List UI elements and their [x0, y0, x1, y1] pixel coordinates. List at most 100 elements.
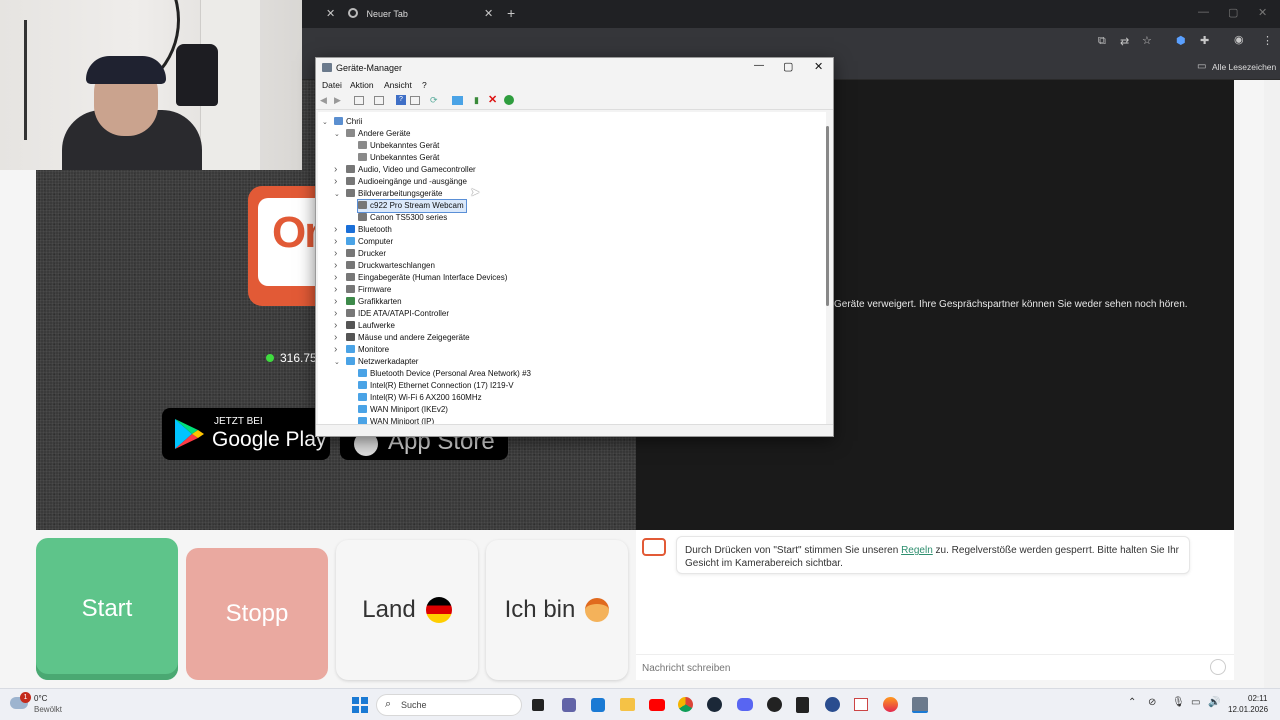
expand-arrow-icon[interactable]: › [334, 224, 337, 235]
minimize-icon[interactable]: — [754, 60, 764, 71]
translate-icon[interactable]: ⇄ [1120, 35, 1129, 48]
star-icon[interactable]: ☆ [1142, 34, 1152, 47]
app-icon[interactable] [825, 697, 840, 712]
menu-icon[interactable]: ⋮ [1262, 34, 1273, 47]
tree-item[interactable]: Laufwerke [346, 320, 395, 332]
tree-item[interactable]: Drucker [346, 248, 386, 260]
tray-chevron-icon[interactable]: ⌃ [1128, 697, 1136, 708]
tree-item[interactable]: Canon TS5300 series [358, 212, 447, 224]
expand-arrow-icon[interactable]: › [334, 176, 337, 187]
tab-new-tab[interactable]: Neuer Tab [348, 4, 498, 28]
tree-item[interactable]: Mäuse und andere Zeigegeräte [346, 332, 470, 344]
help-icon[interactable]: ? [396, 95, 406, 105]
display-icon[interactable]: ▭ [1191, 697, 1200, 708]
chrome-icon[interactable] [678, 697, 693, 712]
tree-item[interactable]: Firmware [346, 284, 391, 296]
tree-item[interactable]: Chrii [334, 116, 362, 128]
tree-item[interactable]: c922 Pro Stream Webcam [357, 199, 467, 213]
store-icon[interactable] [591, 698, 605, 712]
tree-item[interactable]: Unbekanntes Gerät [358, 140, 439, 152]
iam-button[interactable]: Ich bin [486, 540, 628, 680]
menu-datei[interactable]: Datei [322, 80, 342, 90]
explorer-icon[interactable] [620, 698, 635, 711]
country-button[interactable]: Land [336, 540, 478, 680]
tree-item[interactable]: WAN Miniport (IP) [358, 416, 434, 424]
calendar-icon[interactable] [854, 698, 868, 711]
start-button[interactable]: Start [36, 538, 178, 680]
windows-start-icon[interactable] [352, 697, 368, 713]
microphone-icon[interactable]: 🎙 [1172, 697, 1185, 708]
rules-link[interactable]: Regeln [901, 545, 933, 556]
chatgpt-icon[interactable] [767, 697, 782, 712]
menu-ansicht[interactable]: Ansicht [384, 80, 412, 90]
tree-item[interactable]: Bluetooth Device (Personal Area Network)… [358, 368, 531, 380]
clock-time[interactable]: 02:11 [1248, 694, 1267, 703]
tree-item[interactable]: Unbekanntes Gerät [358, 152, 439, 164]
collapse-arrow-icon[interactable]: ⌄ [334, 190, 340, 198]
tree-item[interactable]: Bildverarbeitungsgeräte [346, 188, 443, 200]
tree-item[interactable]: Eingabegeräte (Human Interface Devices) [346, 272, 507, 284]
firefox-icon[interactable] [883, 697, 898, 712]
uninstall-icon[interactable]: ✕ [488, 93, 497, 106]
collapse-arrow-icon[interactable]: ⌄ [322, 118, 328, 126]
forward-icon[interactable]: ▶ [334, 95, 341, 106]
puzzle-icon[interactable]: ✚ [1200, 34, 1209, 47]
properties-icon[interactable] [354, 96, 364, 105]
maximize-icon[interactable]: ▢ [783, 60, 793, 73]
tree-item[interactable]: Intel(R) Ethernet Connection (17) I219-V [358, 380, 514, 392]
emoji-icon[interactable] [1210, 659, 1226, 675]
close-window-icon[interactable]: ✕ [1258, 6, 1267, 19]
taskbar-search[interactable]: ⌕ Suche [376, 694, 522, 716]
tree-item[interactable]: Andere Geräte [346, 128, 410, 140]
tree-scrollbar[interactable] [826, 126, 829, 306]
expand-arrow-icon[interactable]: › [334, 248, 337, 259]
scan-icon[interactable] [452, 96, 463, 105]
view-icon[interactable] [410, 96, 420, 105]
cast-icon[interactable]: ⧉ [1098, 35, 1106, 48]
tree-item[interactable]: Intel(R) Wi-Fi 6 AX200 160MHz [358, 392, 482, 404]
page-scrollbar[interactable] [1264, 80, 1280, 688]
expand-arrow-icon[interactable]: › [334, 296, 337, 307]
expand-arrow-icon[interactable]: › [334, 164, 337, 175]
enable-icon[interactable] [504, 95, 514, 105]
close-icon[interactable]: ✕ [814, 60, 823, 73]
tree-item[interactable]: Computer [346, 236, 393, 248]
stop-button[interactable]: Stopp [186, 548, 328, 680]
extension-icon[interactable]: ⬢ [1176, 34, 1186, 47]
tree-item[interactable]: Netzwerkadapter [346, 356, 418, 368]
avatar[interactable]: ◉ [1234, 33, 1244, 46]
tree-item[interactable]: Audio, Video und Gamecontroller [346, 164, 476, 176]
steam-icon[interactable] [707, 697, 722, 712]
device-manager-task-icon[interactable] [912, 697, 928, 713]
list-icon[interactable] [374, 96, 384, 105]
tree-item[interactable]: Audioeingänge und -ausgänge [346, 176, 467, 188]
back-icon[interactable]: ◀ [320, 95, 327, 106]
device-manager-window[interactable]: Geräte-Manager — ▢ ✕ Datei Aktion Ansich… [315, 57, 834, 437]
tree-item[interactable]: Bluetooth [346, 224, 392, 236]
tree-item[interactable]: Monitore [346, 344, 389, 356]
window-titlebar[interactable]: Geräte-Manager — ▢ ✕ [316, 58, 833, 78]
expand-arrow-icon[interactable]: › [334, 272, 337, 283]
expand-arrow-icon[interactable]: › [334, 320, 337, 331]
expand-arrow-icon[interactable]: › [334, 332, 337, 343]
tree-item[interactable]: WAN Miniport (IKEv2) [358, 404, 448, 416]
expand-arrow-icon[interactable]: › [334, 284, 337, 295]
close-tab-icon[interactable]: ✕ [326, 7, 335, 20]
expand-arrow-icon[interactable]: › [334, 236, 337, 247]
collapse-arrow-icon[interactable]: ⌄ [334, 130, 340, 138]
youtube-icon[interactable] [649, 699, 665, 711]
epic-games-icon[interactable] [796, 697, 809, 713]
chat-input[interactable] [642, 660, 1182, 676]
tray-icon[interactable]: ⊘ [1148, 697, 1156, 708]
expand-arrow-icon[interactable]: › [334, 308, 337, 319]
all-bookmarks-label[interactable]: Alle Lesezeichen [1212, 62, 1276, 72]
new-tab-icon[interactable]: + [507, 5, 515, 21]
expand-arrow-icon[interactable]: › [334, 260, 337, 271]
volume-icon[interactable]: 🔊 [1208, 697, 1220, 708]
menu-help[interactable]: ? [422, 80, 427, 90]
collapse-arrow-icon[interactable]: ⌄ [334, 358, 340, 366]
clock-date[interactable]: 12.01.2026 [1228, 705, 1268, 714]
expand-arrow-icon[interactable]: › [334, 344, 337, 355]
menu-aktion[interactable]: Aktion [350, 80, 374, 90]
close-tab-icon[interactable]: ✕ [484, 7, 493, 20]
